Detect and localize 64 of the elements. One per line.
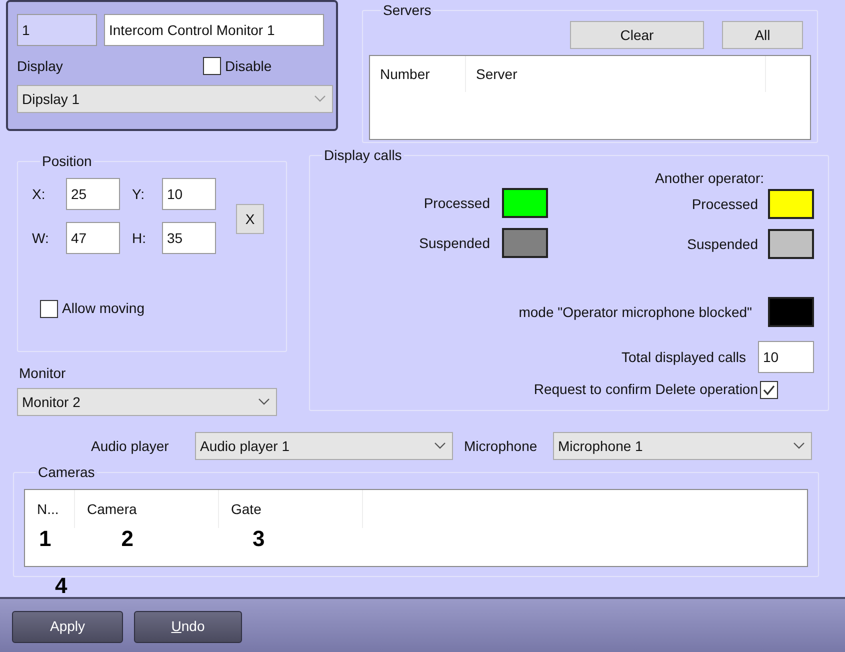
group-title: Display calls xyxy=(323,146,403,165)
footer-button[interactable]: Undo xyxy=(134,610,242,642)
group-title: Servers xyxy=(382,1,432,20)
callout-number: 4 xyxy=(55,575,68,597)
allow-moving-checkbox[interactable] xyxy=(40,300,58,318)
column-header[interactable]: N... xyxy=(25,490,75,528)
footer-button[interactable]: Apply xyxy=(12,610,123,642)
confirm-delete-checkbox[interactable] xyxy=(760,380,778,398)
coordinate-field[interactable]: 25 xyxy=(66,178,120,210)
all-button[interactable]: All xyxy=(722,21,803,49)
select-value: Audio player 1 xyxy=(200,436,290,456)
display-label: Display xyxy=(17,56,64,76)
chevron-down-icon xyxy=(793,442,805,450)
column-header[interactable]: Server xyxy=(466,56,766,92)
column-header[interactable]: Number xyxy=(370,56,466,92)
checkmark-icon xyxy=(762,382,776,396)
select-value: Monitor 2 xyxy=(22,392,80,412)
total-calls-label: Total displayed calls xyxy=(621,348,746,367)
name-field[interactable]: Intercom Control Monitor 1 xyxy=(104,14,324,46)
group-title: Cameras xyxy=(37,463,96,482)
microphone-select[interactable]: Microphone 1 xyxy=(553,432,812,460)
coordinate-field[interactable]: 10 xyxy=(162,178,216,210)
color-swatch[interactable] xyxy=(768,297,814,327)
callout-number: 3 xyxy=(252,528,265,550)
allow-moving-label: Allow moving xyxy=(62,299,144,318)
confirm-delete-label: Request to confirm Delete operation xyxy=(534,380,758,399)
disable-checkbox[interactable] xyxy=(203,57,221,75)
monitor-label: Monitor xyxy=(19,364,67,383)
callout-number: 2 xyxy=(121,528,134,550)
coordinate-field[interactable]: 47 xyxy=(66,222,120,254)
callout-number: 1 xyxy=(39,528,52,550)
display-select[interactable]: Dipslay 1 xyxy=(17,85,333,113)
coordinate-label: H: xyxy=(131,228,147,248)
chevron-down-icon xyxy=(314,95,326,103)
coordinate-label: X: xyxy=(31,184,46,204)
select-value: Microphone 1 xyxy=(558,436,643,456)
id-field[interactable]: 1 xyxy=(17,14,97,46)
select-value: Dipslay 1 xyxy=(22,90,80,109)
column-header[interactable]: Camera xyxy=(75,490,219,528)
color-swatch[interactable] xyxy=(502,228,548,258)
blocked-mode-label: mode "Operator microphone blocked" xyxy=(518,302,752,322)
call-state-label: Processed xyxy=(692,194,758,214)
column-header[interactable]: Gate xyxy=(219,490,363,528)
group-title: Position xyxy=(41,152,93,171)
color-swatch[interactable] xyxy=(768,229,814,259)
total-calls-field[interactable]: 10 xyxy=(758,341,814,373)
audio-player-select[interactable]: Audio player 1 xyxy=(195,432,453,460)
color-swatch[interactable] xyxy=(502,188,548,218)
coordinate-field[interactable]: 35 xyxy=(162,222,216,254)
audio-player-label: Audio player xyxy=(91,436,170,456)
coordinate-label: W: xyxy=(31,228,50,248)
another-operator-label: Another operator: xyxy=(655,169,764,188)
chevron-down-icon xyxy=(434,442,446,450)
clear-button[interactable]: Clear xyxy=(570,21,704,49)
chevron-down-icon xyxy=(258,398,270,406)
disable-label: Disable xyxy=(225,56,272,76)
microphone-label: Microphone xyxy=(464,436,538,456)
reset-button[interactable]: X xyxy=(236,204,264,234)
call-state-label: Suspended xyxy=(687,234,758,254)
coordinate-label: Y: xyxy=(131,184,146,204)
color-swatch[interactable] xyxy=(768,189,814,219)
call-state-label: Processed xyxy=(424,194,490,212)
monitor-select[interactable]: Monitor 2 xyxy=(17,388,277,416)
call-state-label: Suspended xyxy=(419,234,490,253)
